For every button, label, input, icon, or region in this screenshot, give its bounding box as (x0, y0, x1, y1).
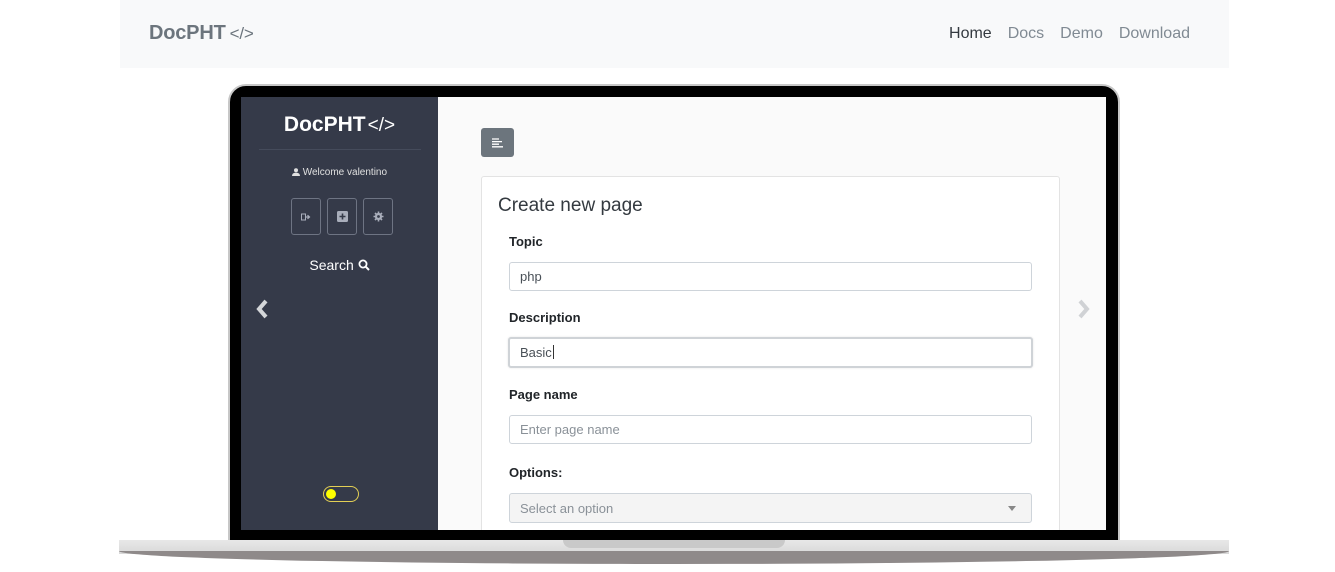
description-value: Basic (520, 345, 552, 360)
topic-label: Topic (509, 234, 543, 249)
carousel-prev-arrow-icon[interactable] (255, 298, 269, 320)
add-page-button[interactable] (327, 198, 357, 235)
code-brackets-icon: </> (229, 24, 254, 43)
align-left-icon (491, 137, 503, 147)
theme-toggle[interactable] (323, 486, 359, 502)
search-label: Search (309, 257, 354, 273)
search-icon (358, 259, 370, 271)
sidebar-search[interactable]: Search (241, 257, 438, 273)
nav-link-demo[interactable]: Demo (1060, 25, 1103, 43)
options-label: Options: (509, 465, 563, 480)
sidebar-toggle-button[interactable] (481, 128, 514, 157)
code-brackets-icon: </> (367, 115, 396, 136)
navbar-brand[interactable]: DocPHT </> (149, 22, 254, 45)
text-caret (552, 345, 554, 359)
card-title: Create new page (498, 195, 643, 216)
settings-button[interactable] (363, 198, 393, 235)
add-page-icon (336, 211, 348, 222)
welcome-label: Welcome valentino (302, 167, 388, 178)
sidebar: DocPHT </> Welcome valentino Search (241, 97, 438, 530)
options-select[interactable]: Select an option (509, 493, 1032, 523)
page-name-placeholder: Enter page name (520, 422, 620, 437)
sidebar-divider (259, 149, 421, 150)
topic-value: php (520, 269, 542, 284)
nav-link-home[interactable]: Home (949, 25, 992, 43)
description-input[interactable]: Basic (508, 337, 1033, 368)
topic-input[interactable]: php (509, 262, 1032, 291)
description-label: Description (509, 310, 581, 325)
logout-icon (301, 213, 311, 220)
laptop-notch (563, 540, 785, 548)
laptop-shadow (119, 551, 1229, 564)
logout-button[interactable] (291, 198, 321, 235)
sidebar-brand-text: DocPHT (283, 113, 366, 136)
nav-link-download[interactable]: Download (1119, 25, 1190, 43)
top-navbar: DocPHT </> Home Docs Demo Download (120, 0, 1229, 68)
chevron-down-icon (1008, 506, 1016, 511)
sidebar-action-buttons (291, 198, 393, 235)
settings-gear-icon (373, 211, 383, 222)
laptop-screen: DocPHT </> Welcome valentino Search Crea… (241, 97, 1106, 530)
page-name-label: Page name (509, 387, 578, 402)
navbar-brand-text: DocPHT (149, 22, 226, 44)
sidebar-brand[interactable]: DocPHT </> (241, 113, 438, 137)
user-icon (291, 168, 300, 176)
toggle-knob (326, 489, 336, 499)
page-name-input[interactable]: Enter page name (509, 415, 1032, 444)
nav-link-docs[interactable]: Docs (1008, 25, 1044, 43)
carousel-next-arrow-icon[interactable] (1077, 298, 1091, 320)
nav-links: Home Docs Demo Download (949, 25, 1190, 43)
create-page-card: Create new page Topic php Description Ba… (481, 176, 1060, 530)
options-selected: Select an option (520, 501, 614, 516)
welcome-text: Welcome valentino (241, 167, 438, 178)
